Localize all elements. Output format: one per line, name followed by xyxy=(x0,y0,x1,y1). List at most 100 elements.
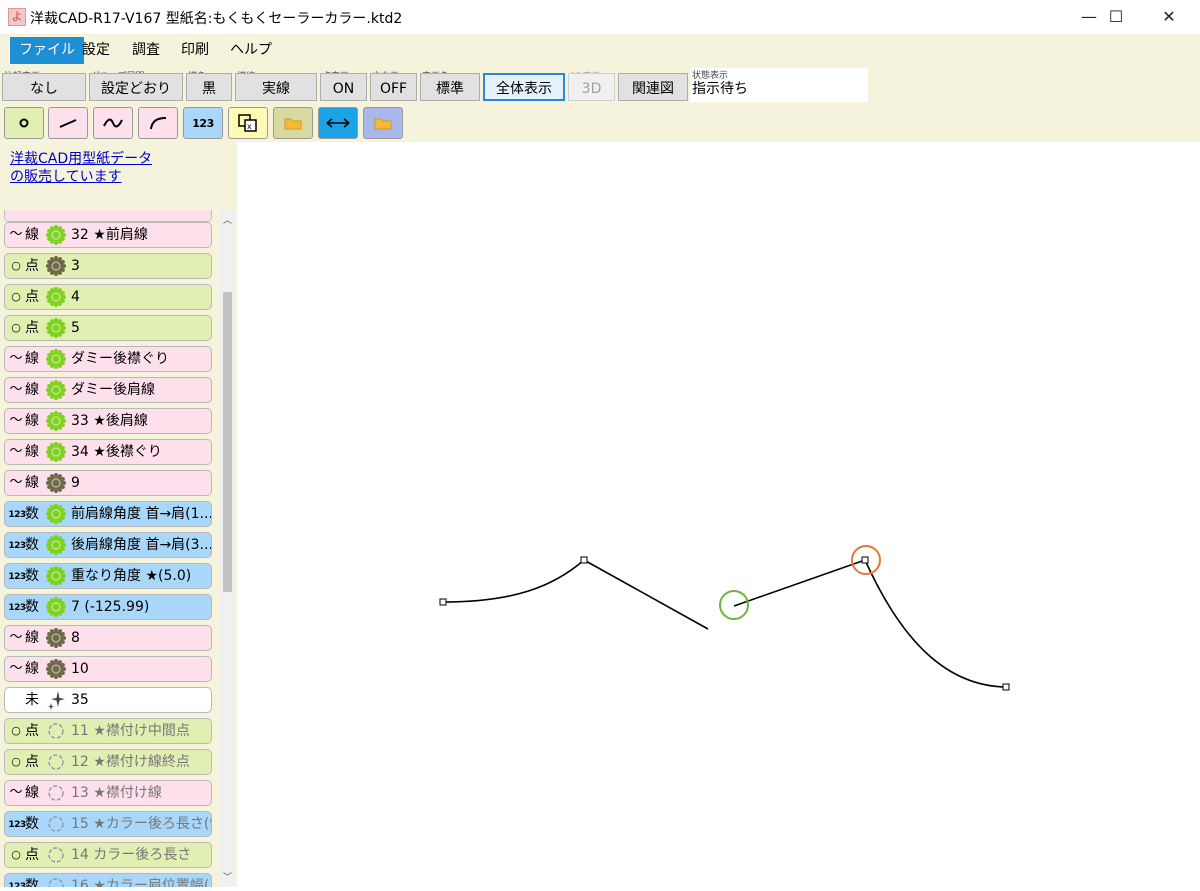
arc-tool[interactable] xyxy=(138,107,178,139)
number-type-icon: 123 xyxy=(8,882,26,887)
number-type-icon: 123 xyxy=(8,572,26,582)
curve-tool[interactable] xyxy=(93,107,133,139)
display-color-button[interactable]: 標準 xyxy=(420,73,480,101)
list-item[interactable]: 〜線 13 ★襟付け線 xyxy=(4,780,212,806)
menu-help[interactable]: ヘルプ xyxy=(221,37,281,64)
hidden-gear-icon xyxy=(46,473,66,493)
list-item[interactable]: 123 数 重なり角度 ★(5.0) xyxy=(4,563,212,589)
scroll-up-icon[interactable]: ︿ xyxy=(223,213,232,226)
menu-inspect[interactable]: 調査 xyxy=(123,37,169,64)
point-type-icon: ○ xyxy=(11,848,21,861)
list-item[interactable]: 〜線 32 ★前肩線 xyxy=(4,222,212,248)
hidden-gear-icon xyxy=(46,659,66,679)
list-item[interactable]: 〜線 33 ★後肩線 xyxy=(4,408,212,434)
point-marker[interactable] xyxy=(580,556,588,564)
item-label: 13 ★襟付け線 xyxy=(71,785,162,801)
item-label: 14 カラー後ろ長さ xyxy=(71,847,192,863)
list-item[interactable]: ○ 点 4 xyxy=(4,284,212,310)
scroll-down-icon[interactable]: ﹀ xyxy=(223,870,232,883)
item-label: 重なり角度 ★(5.0) xyxy=(71,568,192,584)
front-neckline-curve[interactable] xyxy=(442,559,585,603)
front-shoulder-line[interactable] xyxy=(583,559,709,630)
group-expand-button[interactable]: 設定どおり xyxy=(89,73,183,101)
list-item[interactable]: 〜線 10 xyxy=(4,656,212,682)
promo-link[interactable]: 洋裁CAD用型紙データ の販売しています xyxy=(10,150,210,186)
list-item[interactable]: 123 数 前肩線角度 首→肩(1... xyxy=(4,501,212,527)
arc-icon xyxy=(150,117,167,130)
list-item[interactable]: ○ 点 12 ★襟付け線終点 xyxy=(4,749,212,775)
active-gear-icon xyxy=(46,535,66,555)
relation-diagram-button[interactable]: 関連図 xyxy=(618,73,688,101)
list-item[interactable]: 123 数 後肩線角度 首→肩(3... xyxy=(4,532,212,558)
menu-print[interactable]: 印刷 xyxy=(172,37,218,64)
item-kind: 点 xyxy=(25,320,39,336)
point-icon xyxy=(19,118,29,128)
drawing-canvas[interactable] xyxy=(237,142,1200,887)
point-tool[interactable] xyxy=(4,107,44,139)
point-type-icon: ○ xyxy=(11,755,21,768)
tool-palette: 123 x xyxy=(0,104,1200,142)
list-item-partial[interactable] xyxy=(4,210,212,222)
curve-icon xyxy=(103,118,123,128)
draw-color-button[interactable]: 黒 xyxy=(186,73,232,101)
close-button[interactable]: ✕ xyxy=(1146,0,1192,34)
list-item[interactable]: ○ 点 5 xyxy=(4,315,212,341)
item-kind: 線 xyxy=(25,630,39,646)
start-marker-circle[interactable] xyxy=(719,590,749,620)
active-gear-icon xyxy=(46,442,66,462)
list-item[interactable]: 〜線 ダミー後襟ぐり xyxy=(4,346,212,372)
item-kind: 点 xyxy=(25,289,39,305)
point-marker[interactable] xyxy=(861,556,869,564)
status-text: 指示待ち xyxy=(692,81,748,97)
list-item[interactable]: 〜線 ダミー後肩線 xyxy=(4,377,212,403)
direction-button[interactable]: OFF xyxy=(370,73,417,101)
list-item[interactable]: 123 数 7 (-125.99) xyxy=(4,594,212,620)
list-scrollbar[interactable]: ︿ ﹀ xyxy=(220,210,235,887)
line-type-icon: 〜 xyxy=(9,351,23,366)
list-item[interactable]: 未 35 xyxy=(4,687,212,713)
item-label: 12 ★襟付け線終点 xyxy=(71,754,190,770)
item-kind: 線 xyxy=(25,475,39,491)
list-item[interactable]: ○ 点 3 xyxy=(4,253,212,279)
list-item[interactable]: 〜線 9 xyxy=(4,470,212,496)
pending-gear-icon xyxy=(48,723,64,739)
list-item[interactable]: 123数 15 ★カラー後ろ長さ(9... xyxy=(4,811,212,837)
folder-tool[interactable] xyxy=(273,107,313,139)
item-label: 33 ★後肩線 xyxy=(71,413,148,429)
point-marker[interactable] xyxy=(439,598,447,606)
transform-icon: x xyxy=(238,114,257,132)
list-item[interactable]: 〜線 34 ★後襟ぐり xyxy=(4,439,212,465)
list-item[interactable]: ○ 点 14 カラー後ろ長さ xyxy=(4,842,212,868)
item-kind: 線 xyxy=(25,785,39,801)
point-type-icon: ○ xyxy=(11,259,21,272)
annotation-button[interactable]: なし xyxy=(2,73,86,101)
back-neckline-curve[interactable] xyxy=(864,559,1007,688)
pending-gear-icon xyxy=(48,754,64,770)
item-label: 35 xyxy=(71,692,89,708)
svg-text:x: x xyxy=(247,122,252,131)
item-kind: 数 xyxy=(25,537,39,553)
menu-settings[interactable]: 設定 xyxy=(73,37,119,64)
line-type-icon: 〜 xyxy=(9,661,23,676)
3d-view-button[interactable]: 3D xyxy=(568,73,615,101)
open-folder-icon xyxy=(374,118,392,130)
scroll-thumb[interactable] xyxy=(223,292,232,592)
list-item[interactable]: ○ 点 11 ★襟付け中間点 xyxy=(4,718,212,744)
item-kind: 点 xyxy=(25,258,39,274)
measure-tool[interactable] xyxy=(318,107,358,139)
item-kind: 数 xyxy=(25,878,39,887)
list-item[interactable]: 123 数 16 ★カラー肩位置幅(... xyxy=(4,873,212,887)
line-type-icon: 〜 xyxy=(9,382,23,397)
list-item[interactable]: 〜線 8 xyxy=(4,625,212,651)
point-display-button[interactable]: ON xyxy=(320,73,367,101)
show-all-button[interactable]: 全体表示 xyxy=(483,73,565,101)
transform-tool[interactable]: x xyxy=(228,107,268,139)
number-tool[interactable]: 123 xyxy=(183,107,223,139)
maximize-button[interactable]: ☐ xyxy=(1093,0,1139,34)
back-shoulder-line[interactable] xyxy=(733,559,866,607)
point-marker[interactable] xyxy=(1002,683,1010,691)
open-folder-tool[interactable] xyxy=(363,107,403,139)
linetype-button[interactable]: 実線 xyxy=(235,73,317,101)
line-tool[interactable] xyxy=(48,107,88,139)
item-label: ダミー後襟ぐり xyxy=(71,351,169,367)
